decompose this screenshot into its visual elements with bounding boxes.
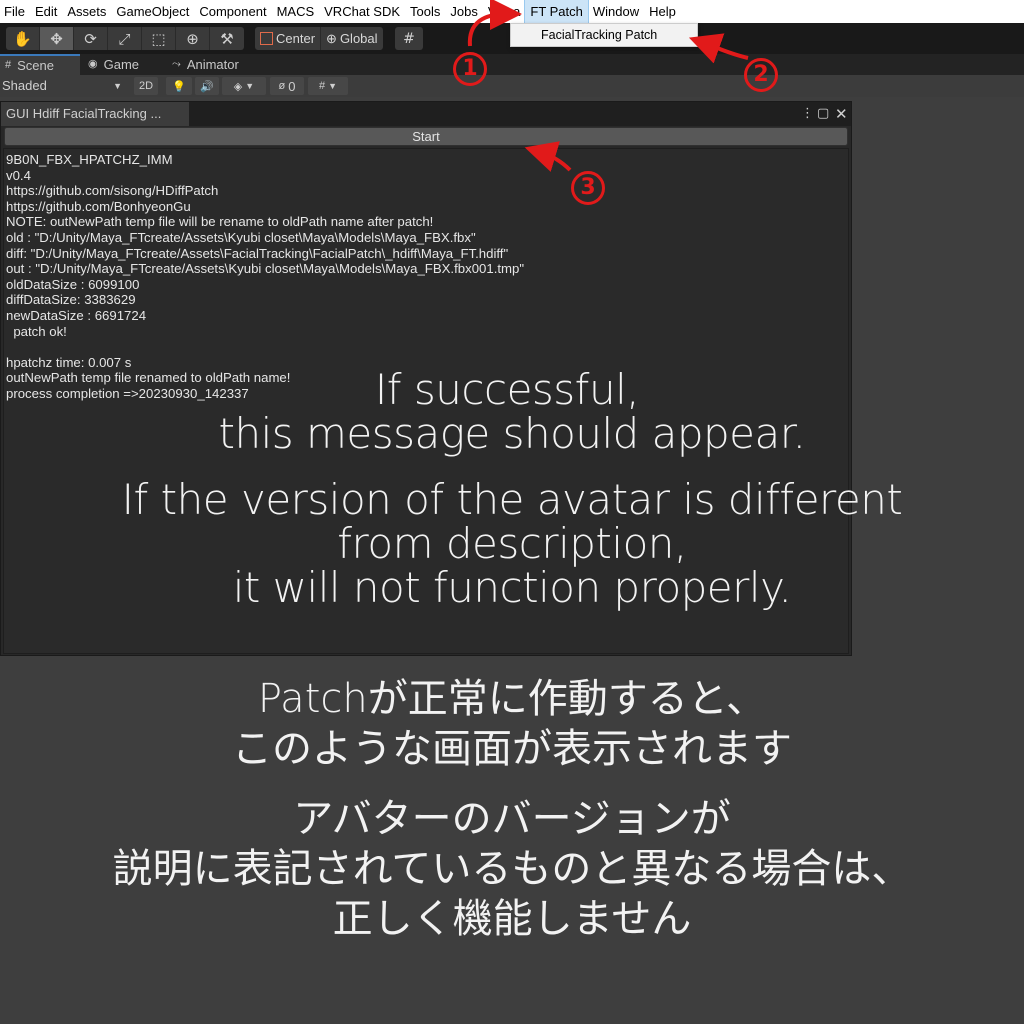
arrow-step2	[688, 33, 749, 64]
step-1-badge: 1	[453, 52, 487, 86]
step-3-badge: 3	[571, 171, 605, 205]
annotation-arrows	[467, 0, 749, 172]
arrow-step1	[467, 0, 522, 47]
arrow-step3	[524, 141, 572, 172]
step-2-badge: 2	[744, 58, 778, 92]
